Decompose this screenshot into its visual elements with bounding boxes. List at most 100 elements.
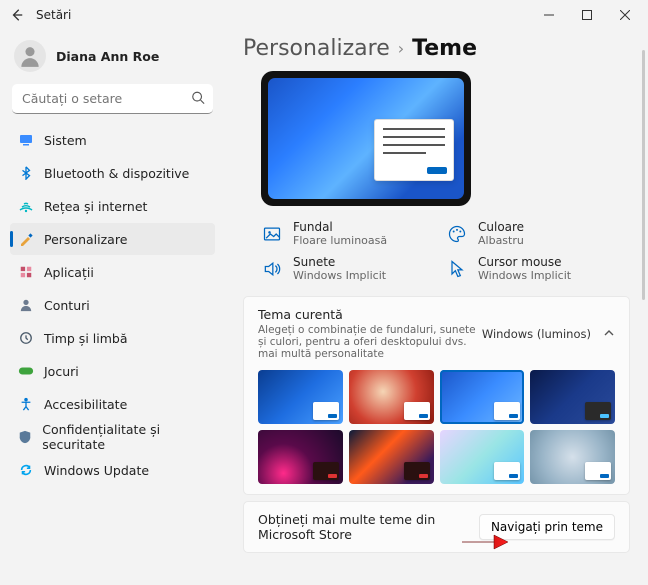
background-value: Floare luminoasă	[293, 234, 387, 247]
sidebar-item-accesibilitate[interactable]: Accesibilitate	[10, 388, 215, 420]
personalizare-icon	[18, 231, 34, 247]
browse-themes-button[interactable]: Navigați prin teme	[479, 514, 615, 540]
sidebar-item-label: Rețea și internet	[44, 199, 147, 214]
sidebar-item-sistem[interactable]: Sistem	[10, 124, 215, 156]
maximize-button[interactable]	[568, 2, 606, 28]
sidebar-item-label: Confidențialitate și securitate	[42, 422, 207, 452]
breadcrumb-parent[interactable]: Personalizare	[243, 36, 390, 61]
sounds-value: Windows Implicit	[293, 269, 386, 282]
person-icon	[17, 43, 43, 69]
current-theme-title: Tema curentă	[258, 307, 482, 322]
page-title: Teme	[412, 36, 477, 61]
preview-window	[374, 119, 454, 181]
sidebar: Diana Ann Roe Sistem Bluetooth & dispozit…	[0, 30, 225, 585]
search-icon	[191, 90, 205, 109]
current-theme-header[interactable]: Tema curentă Alegeți o combinație de fun…	[244, 297, 629, 370]
sidebar-item-label: Jocuri	[44, 364, 79, 379]
search-box[interactable]	[12, 84, 213, 114]
theme-summary: FundalFloare luminoasă CuloareAlbastru S…	[261, 220, 611, 282]
palette-icon	[446, 223, 468, 245]
theme-mini-window	[585, 462, 611, 480]
background-link[interactable]: FundalFloare luminoasă	[261, 220, 426, 247]
breadcrumb: Personalizare › Teme	[243, 34, 630, 71]
theme-preview	[261, 71, 471, 206]
user-name: Diana Ann Roe	[56, 49, 159, 64]
theme-win-dark[interactable]	[530, 370, 615, 424]
update-icon	[18, 462, 34, 478]
timp-icon	[18, 330, 34, 346]
close-icon	[620, 10, 630, 20]
search-input[interactable]	[12, 84, 213, 114]
aplicatii-icon	[18, 264, 34, 280]
titlebar: Setări	[0, 0, 648, 30]
chevron-right-icon: ›	[398, 39, 404, 58]
jocuri-icon	[18, 363, 34, 379]
sidebar-item-label: Sistem	[44, 133, 87, 148]
sidebar-item-retea[interactable]: Rețea și internet	[10, 190, 215, 222]
theme-pastel-flow[interactable]	[440, 430, 525, 484]
preview-wallpaper	[268, 78, 464, 199]
sidebar-item-label: Personalizare	[44, 232, 127, 247]
sounds-label: Sunete	[293, 255, 386, 269]
theme-win-light[interactable]	[440, 370, 525, 424]
theme-mini-window	[494, 462, 520, 480]
color-link[interactable]: CuloareAlbastru	[446, 220, 611, 247]
nav-list: Sistem Bluetooth & dispozitive Rețea și in…	[10, 124, 215, 487]
theme-santa-red[interactable]	[349, 370, 434, 424]
window-title: Setări	[36, 8, 71, 22]
theme-mini-window	[404, 402, 430, 420]
sidebar-item-label: Accesibilitate	[44, 397, 127, 412]
theme-mini-window	[313, 462, 339, 480]
speaker-icon	[261, 258, 283, 280]
theme-sunrise-dark[interactable]	[349, 430, 434, 484]
sounds-link[interactable]: SuneteWindows Implicit	[261, 255, 426, 282]
back-button[interactable]	[4, 2, 30, 28]
confidentialitate-icon	[18, 429, 32, 445]
store-card: Obțineți mai multe teme din Microsoft St…	[243, 501, 630, 553]
conturi-icon	[18, 297, 34, 313]
theme-mini-window	[494, 402, 520, 420]
themes-grid	[244, 370, 629, 494]
avatar	[14, 40, 46, 72]
sidebar-item-label: Conturi	[44, 298, 90, 313]
sidebar-item-label: Aplicații	[44, 265, 94, 280]
color-value: Albastru	[478, 234, 524, 247]
sidebar-item-conturi[interactable]: Conturi	[10, 289, 215, 321]
sidebar-item-label: Timp și limbă	[44, 331, 127, 346]
background-label: Fundal	[293, 220, 387, 234]
sistem-icon	[18, 132, 34, 148]
minimize-button[interactable]	[530, 2, 568, 28]
main-content: Personalizare › Teme FundalFloare lumino…	[225, 30, 648, 585]
theme-silver-swirl[interactable]	[530, 430, 615, 484]
sidebar-item-label: Windows Update	[44, 463, 149, 478]
accesibilitate-icon	[18, 396, 34, 412]
cursor-label: Cursor mouse	[478, 255, 571, 269]
retea-icon	[18, 198, 34, 214]
theme-win-blue-glow[interactable]	[258, 370, 343, 424]
cursor-link[interactable]: Cursor mouseWindows Implicit	[446, 255, 611, 282]
sidebar-item-personalizare[interactable]: Personalizare	[10, 223, 215, 255]
cursor-icon	[446, 258, 468, 280]
theme-magenta-dark[interactable]	[258, 430, 343, 484]
close-button[interactable]	[606, 2, 644, 28]
current-theme-value: Windows (luminos)	[482, 327, 591, 341]
minimize-icon	[544, 10, 554, 20]
user-account[interactable]: Diana Ann Roe	[10, 34, 215, 84]
sidebar-item-timp[interactable]: Timp și limbă	[10, 322, 215, 354]
theme-mini-window	[585, 402, 611, 420]
picture-icon	[261, 223, 283, 245]
bluetooth-icon	[18, 165, 34, 181]
sidebar-item-label: Bluetooth & dispozitive	[44, 166, 189, 181]
chevron-up-icon	[603, 324, 615, 343]
back-arrow-icon	[10, 8, 24, 22]
store-text: Obțineți mai multe teme din Microsoft St…	[258, 512, 479, 542]
theme-mini-window	[313, 402, 339, 420]
current-theme-card: Tema curentă Alegeți o combinație de fun…	[243, 296, 630, 495]
sidebar-item-aplicatii[interactable]: Aplicații	[10, 256, 215, 288]
scrollbar[interactable]	[642, 50, 645, 300]
sidebar-item-bluetooth[interactable]: Bluetooth & dispozitive	[10, 157, 215, 189]
cursor-value: Windows Implicit	[478, 269, 571, 282]
sidebar-item-confidentialitate[interactable]: Confidențialitate și securitate	[10, 421, 215, 453]
sidebar-item-jocuri[interactable]: Jocuri	[10, 355, 215, 387]
sidebar-item-update[interactable]: Windows Update	[10, 454, 215, 486]
